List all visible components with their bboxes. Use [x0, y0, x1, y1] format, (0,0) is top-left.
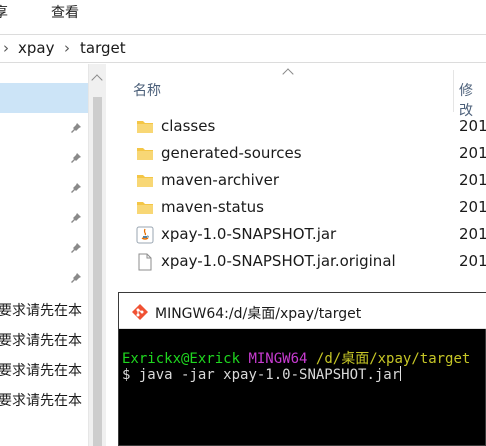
terminal-title: MINGW64:/d/桌面/xpay/target — [155, 306, 362, 322]
file-date: 201 — [459, 171, 486, 189]
prompt-user: Exrickx@Exrick — [122, 351, 241, 367]
file-date: 201 — [459, 117, 486, 135]
address-bar[interactable]: › xpay › target — [0, 34, 486, 63]
file-name: generated-sources — [161, 144, 302, 162]
folder-icon — [137, 202, 153, 214]
list-item[interactable]: classes 201 — [108, 115, 486, 141]
file-name: classes — [161, 117, 216, 135]
pin-icon[interactable] — [70, 272, 82, 284]
nav-scrollbar[interactable] — [88, 64, 106, 446]
nav-selected-item[interactable] — [0, 83, 88, 113]
file-date: 201 — [459, 144, 486, 162]
terminal-titlebar[interactable]: MINGW64:/d/桌面/xpay/target — [119, 293, 486, 329]
file-icon — [138, 253, 152, 271]
column-name-header[interactable]: 名称 — [133, 80, 161, 100]
file-date: 201 — [459, 225, 486, 243]
file-date: 201 — [459, 252, 486, 270]
command-line[interactable]: $ java -jar xpay-1.0-SNAPSHOT.jar — [122, 366, 402, 383]
file-name: maven-status — [161, 198, 264, 216]
terminal-window[interactable]: MINGW64:/d/桌面/xpay/target Exrickx@Exrick… — [118, 292, 486, 446]
list-item[interactable]: xpay-1.0-SNAPSHOT.jar.original 201 — [108, 250, 486, 276]
navigation-pane: 要求请先在本 要求请先在本 要求请先在本 要求请先在本 — [0, 64, 108, 446]
list-item[interactable]: generated-sources 201 — [108, 142, 486, 168]
nav-item-label[interactable]: 要求请先在本 — [0, 330, 82, 350]
file-date: 201 — [459, 198, 486, 216]
prompt-symbol: $ — [122, 367, 131, 383]
menu-share[interactable]: 享 — [0, 2, 8, 22]
column-modified-header[interactable]: 修改 — [459, 80, 486, 120]
git-logo-icon — [132, 304, 148, 320]
ribbon-menu: 享 查看 — [0, 0, 486, 28]
terminal-output[interactable]: Exrickx@Exrick MINGW64 /d/桌面/xpay/target… — [119, 329, 486, 446]
folder-icon — [137, 148, 153, 160]
list-item[interactable]: maven-archiver 201 — [108, 169, 486, 195]
prompt-system: MINGW64 — [248, 351, 308, 367]
list-item[interactable]: xpay-1.0-SNAPSHOT.jar 201 — [108, 223, 486, 249]
folder-icon — [137, 121, 153, 133]
nav-item-label[interactable]: 要求请先在本 — [0, 390, 82, 410]
breadcrumb-target[interactable]: target — [80, 39, 126, 57]
scroll-thumb[interactable] — [93, 97, 102, 446]
folder-icon — [137, 175, 153, 187]
pin-icon[interactable] — [70, 122, 82, 134]
chevron-right-icon[interactable]: › — [64, 39, 70, 57]
column-header: 名称 修改 — [108, 64, 486, 119]
text-cursor — [400, 366, 402, 381]
breadcrumb-xpay[interactable]: xpay — [18, 39, 54, 57]
nav-item-label[interactable]: 要求请先在本 — [0, 300, 82, 320]
pin-icon[interactable] — [70, 242, 82, 254]
chevron-right-icon[interactable]: › — [3, 39, 9, 57]
pin-icon[interactable] — [70, 182, 82, 194]
prompt-line: Exrickx@Exrick MINGW64 /d/桌面/xpay/target — [122, 348, 470, 368]
pin-icon[interactable] — [70, 212, 82, 224]
file-name: xpay-1.0-SNAPSHOT.jar.original — [161, 252, 396, 270]
pin-icon[interactable] — [70, 152, 82, 164]
command-text: java -jar xpay-1.0-SNAPSHOT.jar — [138, 367, 401, 383]
sort-ascending-icon — [282, 68, 294, 80]
file-name: xpay-1.0-SNAPSHOT.jar — [161, 225, 337, 243]
column-divider[interactable] — [453, 70, 454, 112]
nav-item-label[interactable]: 要求请先在本 — [0, 360, 82, 380]
prompt-path: /d/桌面/xpay/target — [315, 351, 471, 367]
scroll-up-icon[interactable] — [91, 74, 103, 86]
list-item[interactable]: maven-status 201 — [108, 196, 486, 222]
menu-view[interactable]: 查看 — [51, 2, 79, 22]
file-name: maven-archiver — [161, 171, 280, 189]
java-jar-icon — [136, 226, 154, 244]
